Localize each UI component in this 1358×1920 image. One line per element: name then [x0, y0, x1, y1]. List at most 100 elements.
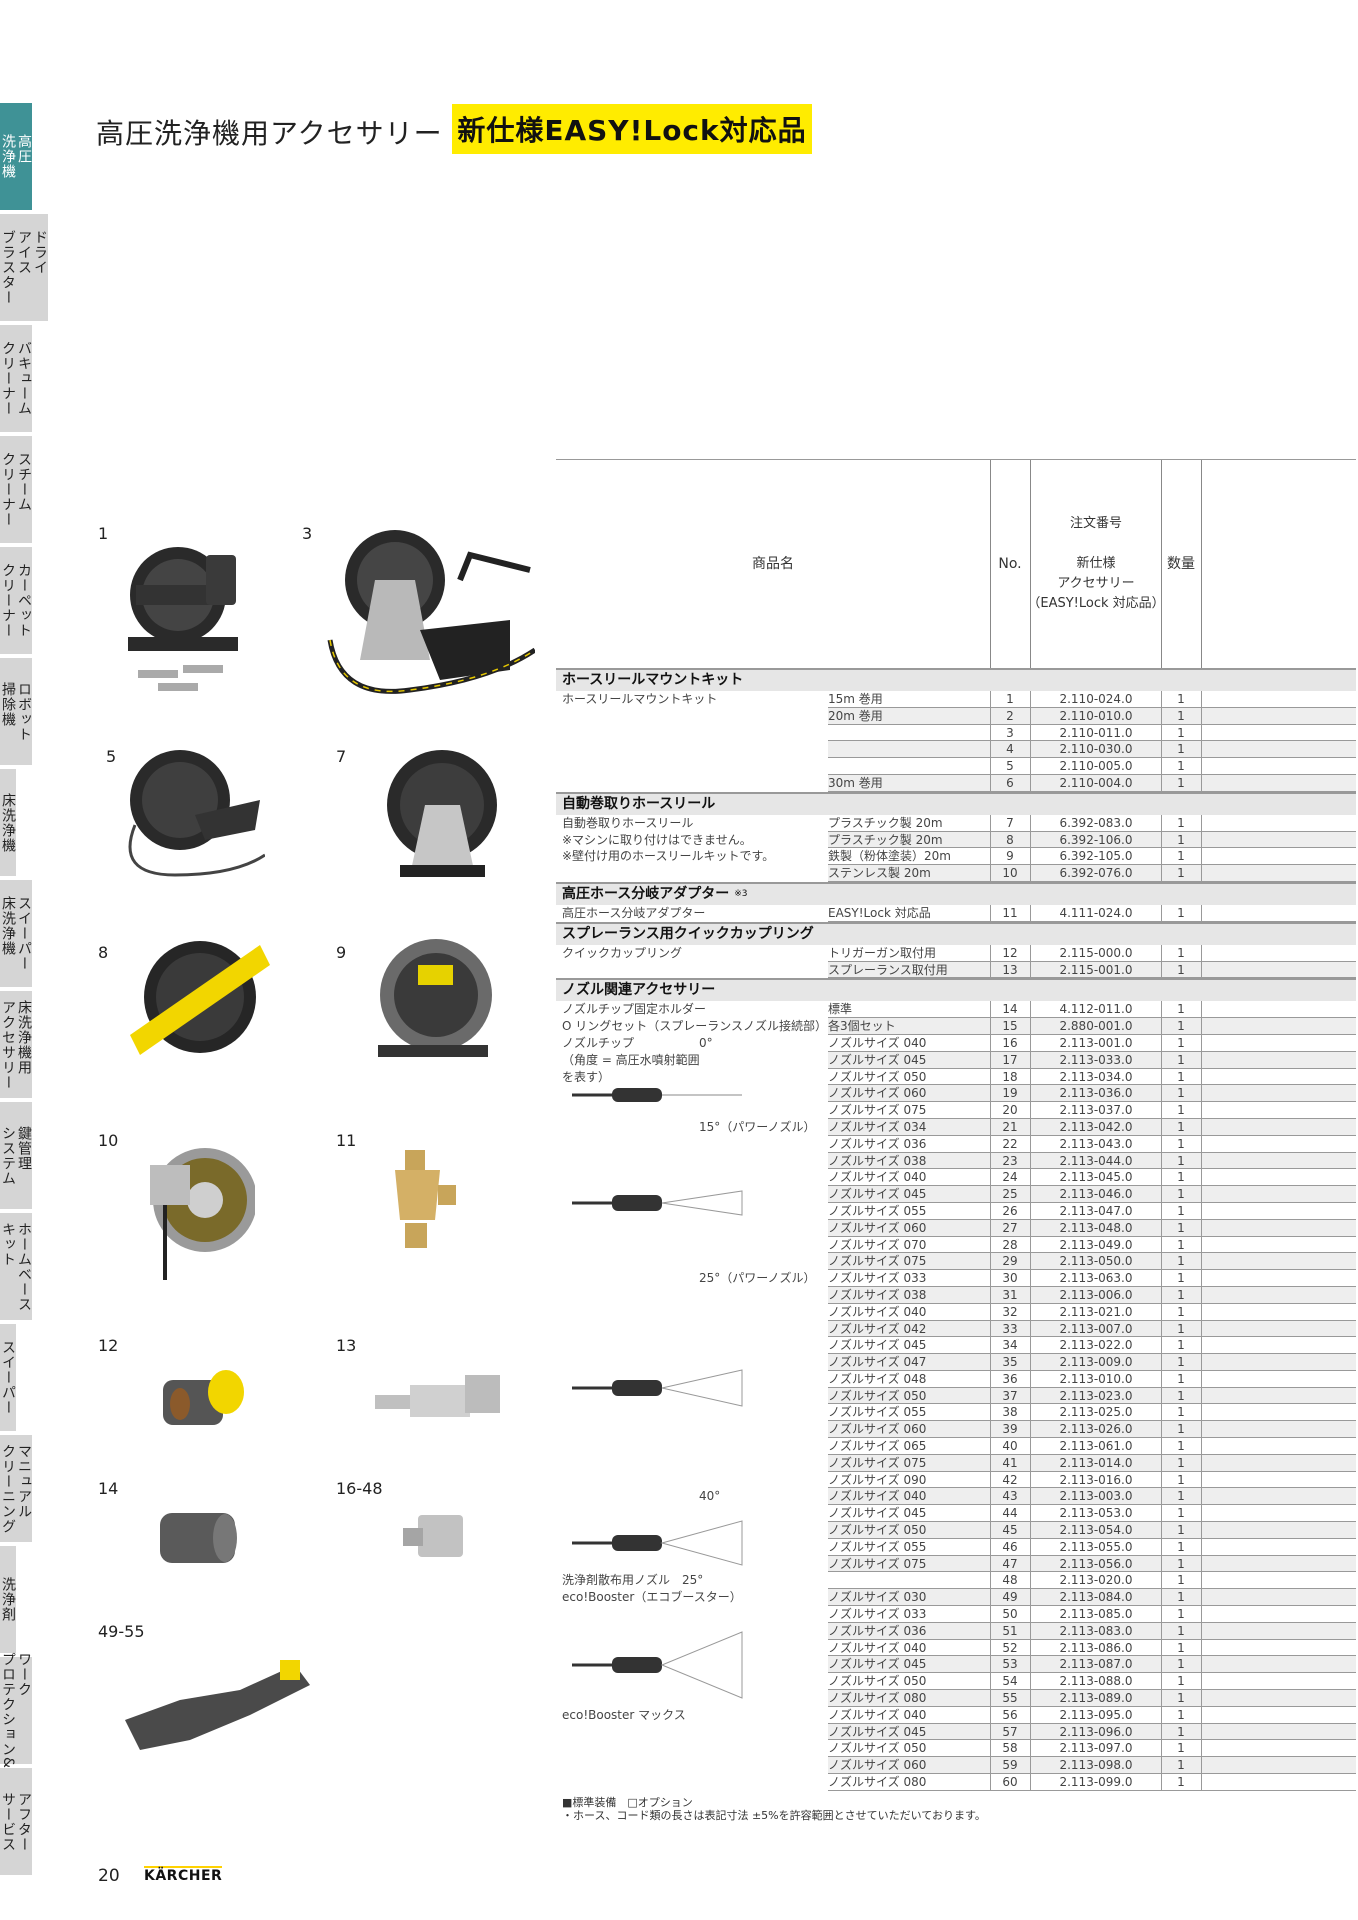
- cell-name: クイックカップリング: [562, 945, 683, 960]
- sidebar-tab-14[interactable]: ワーク プロテクション&: [0, 1652, 32, 1769]
- table-row: ノズルサイズ 060 27 2.113-048.0 1: [556, 1219, 1356, 1237]
- table-row: ※壁付け用のホースリールキットです。 鉄製（粉体塗装）20m 9 6.392-105.…: [556, 848, 1356, 866]
- cell-spec: 30m 巻用: [828, 775, 883, 790]
- sidebar-tab-3[interactable]: スチーム クリーナー: [0, 436, 32, 543]
- cell-code: 2.113-023.0: [1059, 1388, 1133, 1403]
- table-row: 25°（パワーノズル） ノズルサイズ 033 30 2.113-063.0 1: [556, 1270, 1356, 1287]
- header-qty: 数量: [1167, 556, 1195, 572]
- cell-code: 4.111-024.0: [1059, 905, 1133, 920]
- cell-qty: 1: [1177, 1758, 1185, 1773]
- sidebar-tab-9[interactable]: 鍵管理 システム: [0, 1102, 32, 1209]
- sidebar-tab-2[interactable]: バキューム クリーナー: [0, 325, 32, 432]
- cell-qty: 1: [1177, 1355, 1185, 1370]
- sidebar-tab-4[interactable]: カーペット クリーナー: [0, 547, 32, 654]
- sidebar-tab-11[interactable]: スイーパー: [0, 1324, 16, 1431]
- cell-qty: 1: [1177, 1523, 1185, 1538]
- table-row: 高圧ホース分岐アダプター EASY!Lock 対応品 11 4.111-024.0 1: [556, 904, 1356, 922]
- cell-spec: ノズルサイズ 033: [828, 1607, 927, 1622]
- cell-code: 2.113-084.0: [1059, 1590, 1133, 1605]
- cell-no: 18: [1002, 1069, 1018, 1084]
- cell-code: 2.113-050.0: [1059, 1254, 1133, 1269]
- cell-code: 2.113-096.0: [1059, 1724, 1133, 1739]
- cell-qty: 1: [1177, 759, 1185, 774]
- category-sidebar: 高圧 洗浄機 ドライ アイス ブラスター バキューム クリーナー スチーム クリーナー…: [0, 103, 64, 1879]
- cell-qty: 1: [1177, 1304, 1185, 1319]
- table-row: ※マシンに取り付けはできません。 プラスチック製 20m 8 6.392-106.0 1: [556, 831, 1356, 849]
- header-order-number: 注文番号 新仕様 アクセサリー （EASY!Lock 対応品）: [1027, 516, 1165, 611]
- cell-spec: ノズルサイズ 038: [828, 1287, 927, 1302]
- hose-reel-image-7: [387, 750, 497, 877]
- cell-name: （角度 = 高圧水噴射範囲: [562, 1052, 700, 1067]
- cell-qty: 1: [1177, 1187, 1185, 1202]
- cell-no: 50: [1002, 1607, 1018, 1622]
- section-title: 自動巻取りホースリール: [562, 795, 716, 812]
- sidebar-tab-10[interactable]: ホームベース キット: [0, 1213, 32, 1320]
- sidebar-tab-0[interactable]: 高圧 洗浄機: [0, 103, 32, 210]
- cell-no: 33: [1002, 1321, 1018, 1336]
- cell-code: 2.113-026.0: [1059, 1422, 1133, 1437]
- cell-no: 12: [1002, 945, 1018, 960]
- cell-qty: 1: [1177, 725, 1185, 740]
- cell-spec: トリガーガン取付用: [828, 945, 937, 960]
- cell-code: 2.113-034.0: [1059, 1069, 1133, 1084]
- cell-qty: 1: [1177, 945, 1185, 960]
- sidebar-tab-12[interactable]: マニュアル クリーニング: [0, 1435, 32, 1542]
- cell-spec: ノズルサイズ 055: [828, 1203, 927, 1218]
- cell-name: O リングセット（スプレーランスノズル接続部）: [562, 1019, 828, 1034]
- cell-spec: ノズルサイズ 070: [828, 1237, 927, 1252]
- sidebar-tab-5[interactable]: ロボット 掃除機: [0, 658, 32, 765]
- cell-no: 9: [1006, 849, 1014, 864]
- cell-spec: 20m 巻用: [828, 708, 883, 723]
- section-title: 高圧ホース分岐アダプター: [562, 885, 730, 902]
- nozzle-holder-image: [160, 1513, 237, 1563]
- table-row: ノズルサイズ 042 33 2.113-007.0 1: [556, 1320, 1356, 1338]
- cell-qty: 1: [1177, 1035, 1185, 1050]
- cell-code: 2.113-048.0: [1059, 1220, 1133, 1235]
- cell-code: 2.113-054.0: [1059, 1523, 1133, 1538]
- cell-spec: スプレーランス取付用: [828, 962, 948, 977]
- table-row: ノズルサイズ 045 34 2.113-022.0 1: [556, 1337, 1356, 1355]
- cell-code: 2.115-000.0: [1059, 945, 1133, 960]
- table-row: ノズルサイズ 045 57 2.113-096.0 1: [556, 1723, 1356, 1741]
- cell-spec: ノズルサイズ 050: [828, 1523, 927, 1538]
- cell-no: 47: [1002, 1556, 1018, 1571]
- cell-qty: 1: [1177, 1741, 1185, 1756]
- cell-spec: ノズルサイズ 045: [828, 1338, 927, 1353]
- cell-no: 8: [1006, 832, 1014, 847]
- accessory-table: 商品名 No. 注文番号 新仕様 アクセサリー （EASY!Lock 対応品） …: [556, 459, 1356, 1791]
- nozzle-40deg-illustration: [572, 1520, 743, 1566]
- sidebar-tab-8[interactable]: 床洗浄機用 アクセサリー: [0, 991, 32, 1098]
- nozzle-0deg-illustration: [572, 1088, 742, 1102]
- eco-booster-image: [125, 1660, 310, 1750]
- cell-no: 48: [1002, 1573, 1018, 1588]
- sidebar-tab-15[interactable]: アフター サービス: [0, 1768, 32, 1875]
- cell-qty: 1: [1177, 1724, 1185, 1739]
- table-row: クイックカップリング トリガーガン取付用 12 2.115-000.0 1: [556, 944, 1356, 962]
- cell-code: 2.113-007.0: [1059, 1321, 1133, 1336]
- cell-no: 19: [1002, 1086, 1018, 1101]
- cell-no: 43: [1002, 1489, 1018, 1504]
- cell-code: 2.113-088.0: [1059, 1674, 1133, 1689]
- product-label-12: 12: [98, 1336, 119, 1355]
- cell-no: 40: [1002, 1439, 1018, 1454]
- sidebar-tab-13[interactable]: 洗浄剤: [0, 1546, 16, 1653]
- sidebar-tab-7[interactable]: スイーパー 床洗浄機: [0, 880, 32, 987]
- cell-qty: 1: [1177, 1590, 1185, 1605]
- cell-qty: 1: [1177, 849, 1185, 864]
- section-title: ホースリールマウントキット: [562, 672, 744, 688]
- cell-code: 2.113-049.0: [1059, 1237, 1133, 1252]
- sidebar-tab-6[interactable]: 床洗浄機: [0, 769, 16, 876]
- cell-spec: ノズルサイズ 055: [828, 1539, 927, 1554]
- nozzle-25deg-illustration: [572, 1369, 743, 1407]
- cell-no: 20: [1002, 1103, 1018, 1118]
- easylock-badge: 新仕様EASY!Lock対応品: [452, 104, 812, 154]
- table-row: ノズルサイズ 080 60 2.113-099.0 1: [556, 1774, 1356, 1791]
- cell-qty: 1: [1177, 1103, 1185, 1118]
- header-product-name: 商品名: [752, 556, 794, 572]
- cell-no: 52: [1002, 1640, 1018, 1655]
- cell-no: 38: [1002, 1405, 1018, 1420]
- hose-reel-stand-image: [327, 530, 535, 694]
- cell-code: 2.113-097.0: [1059, 1741, 1133, 1756]
- sidebar-tab-1[interactable]: ドライ アイス ブラスター: [0, 214, 48, 321]
- section-note: ※3: [734, 888, 748, 899]
